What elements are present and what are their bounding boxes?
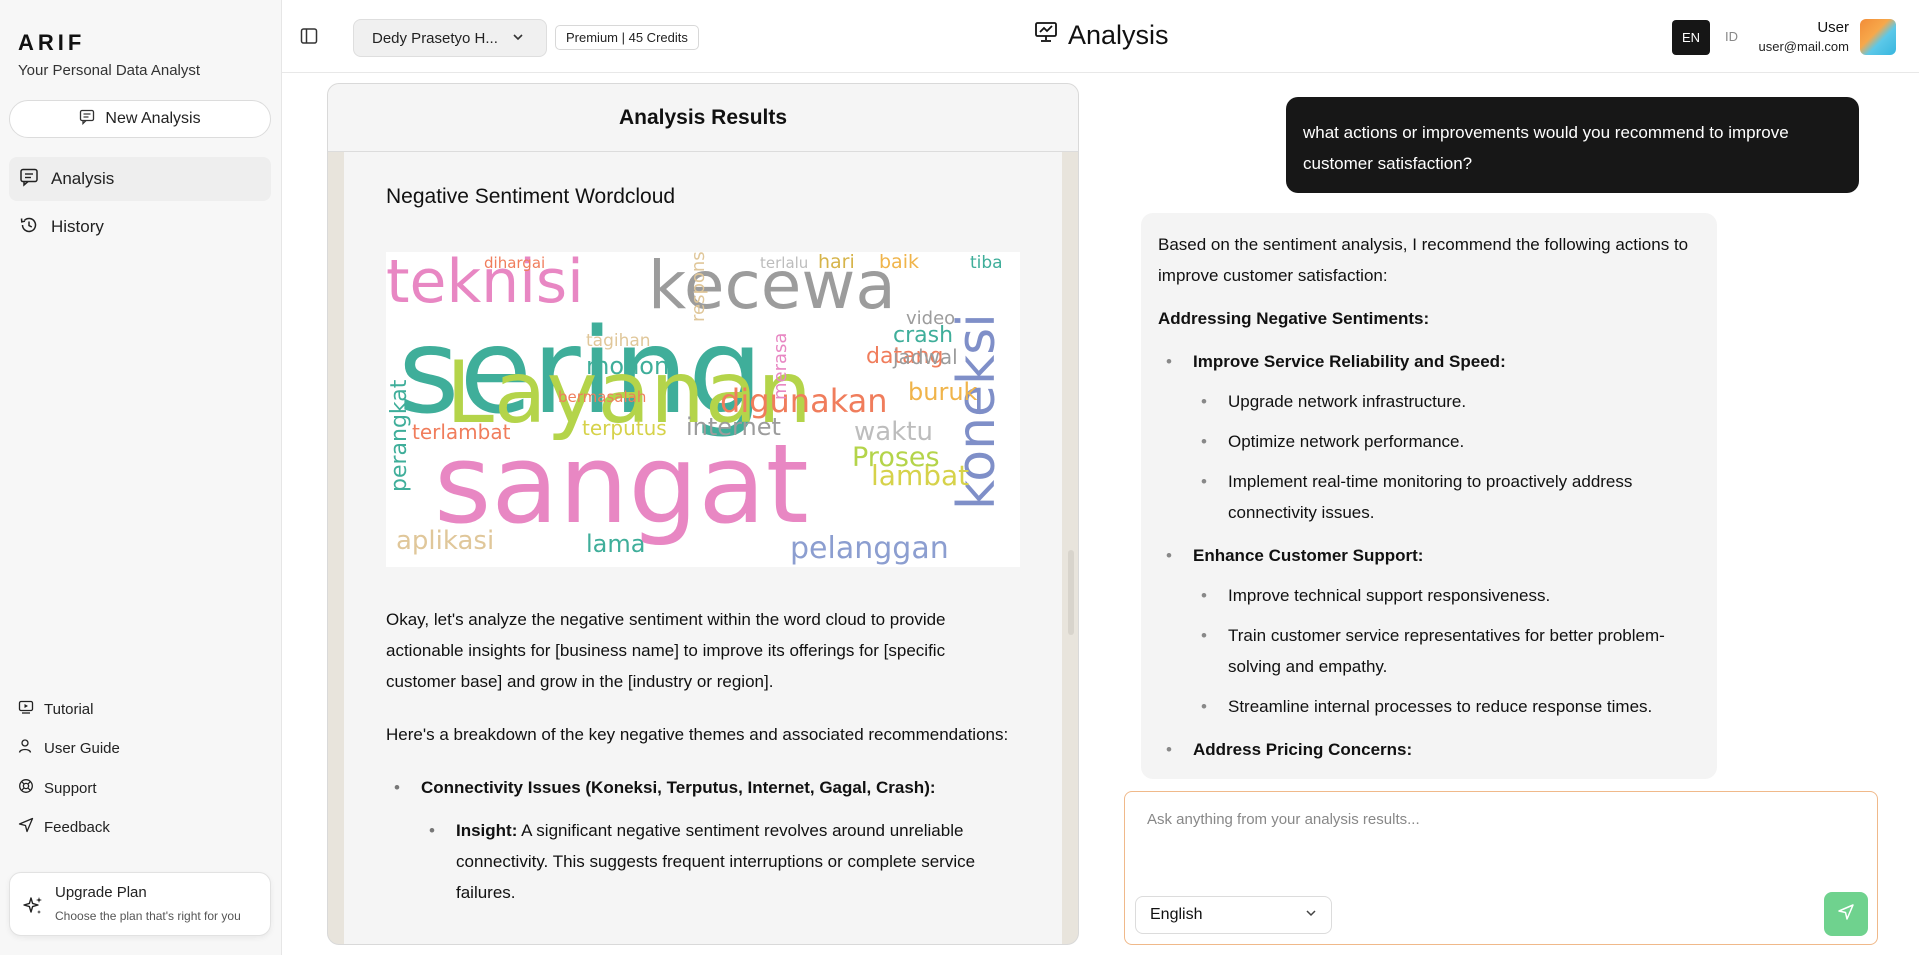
ai-list-item: Implement real-time monitoring to proact…	[1158, 466, 1700, 528]
wordcloud-word: perangkat	[387, 379, 412, 492]
page-title-text: Analysis	[1068, 20, 1169, 50]
ai-section-title: Address Pricing Concerns:	[1158, 734, 1700, 765]
send-button[interactable]	[1824, 892, 1868, 936]
analysis-breakdown: Here's a breakdown of the key negative t…	[386, 725, 1009, 744]
feedback-link[interactable]: Feedback	[18, 817, 110, 837]
ai-section-title: Improve Service Reliability and Speed:	[1158, 346, 1700, 377]
chat-input[interactable]	[1147, 811, 1847, 828]
chevron-down-icon	[1305, 906, 1317, 924]
user-email: user@mail.com	[1758, 39, 1850, 54]
wordcloud-image: sering sangat Layanan kecewa teknisi koneksi d…	[386, 252, 1020, 567]
ai-heading: Addressing Negative Sentiments:	[1158, 309, 1430, 328]
ai-list-item: Upgrade network infrastructure.	[1158, 386, 1700, 417]
sidebar-item-history[interactable]: History	[9, 205, 271, 249]
sidebar-item-label: History	[51, 217, 104, 236]
insight-label: Insight:	[456, 821, 518, 840]
wordcloud-word: terlalu	[760, 254, 808, 272]
wordcloud-word: pelanggan	[790, 531, 949, 566]
wordcloud-word: video	[906, 308, 955, 329]
response-language-value: English	[1150, 906, 1203, 923]
support-link[interactable]: Support	[18, 778, 97, 798]
tutorial-link[interactable]: Tutorial	[18, 699, 93, 719]
wordcloud-word: mohon	[586, 352, 669, 380]
tutorial-label: Tutorial	[44, 700, 94, 718]
sparkles-icon	[22, 895, 44, 922]
avatar[interactable]	[1860, 19, 1896, 55]
ai-list-item: Optimize network performance.	[1158, 426, 1700, 457]
wordcloud-word: hari	[818, 252, 855, 273]
feedback-label: Feedback	[44, 818, 110, 836]
ai-list-item: Train customer service representatives f…	[1158, 620, 1700, 682]
history-icon	[19, 215, 39, 240]
new-analysis-label: New Analysis	[105, 110, 201, 127]
sidebar: ARIF Your Personal Data Analyst New Anal…	[0, 0, 282, 955]
analysis-results-heading: Analysis Results	[328, 84, 1078, 152]
wordcloud-title: Negative Sentiment Wordcloud	[386, 185, 676, 208]
user-guide-label: User Guide	[44, 739, 120, 757]
insight-text: A significant negative sentiment revolve…	[456, 821, 976, 902]
ai-response: Based on the sentiment analysis, I recom…	[1141, 213, 1717, 779]
sidebar-toggle-icon[interactable]	[300, 27, 318, 50]
language-id-button[interactable]: ID	[1725, 29, 1738, 44]
wordcloud-word: dihargai	[484, 254, 545, 272]
send-icon	[1837, 903, 1855, 926]
support-label: Support	[44, 779, 97, 797]
wordcloud-word: baik	[879, 252, 919, 273]
app-logo: ARIF	[18, 30, 86, 55]
wordcloud-word: buruk	[908, 378, 978, 406]
results-scrollbar[interactable]	[1068, 550, 1074, 635]
analysis-text: Okay, let's analyze the negative sentime…	[386, 604, 1016, 908]
insight-item: Insight: A significant negative sentimen…	[386, 815, 1016, 908]
presentation-chart-icon	[1034, 20, 1058, 51]
wordcloud-word: aplikasi	[396, 526, 494, 556]
upgrade-title: Upgrade Plan	[55, 884, 147, 901]
response-language-select[interactable]: English	[1135, 896, 1332, 934]
new-analysis-button[interactable]: New Analysis	[9, 100, 271, 138]
wordcloud-word: tagihan	[586, 331, 651, 351]
video-icon	[18, 699, 34, 719]
chevron-down-icon	[512, 30, 524, 47]
chat-composer: English	[1124, 791, 1878, 945]
language-en-button[interactable]: EN	[1672, 20, 1710, 55]
wordcloud-word: terputus	[582, 416, 667, 440]
top-header: Dedy Prasetyo H... Premium | 45 Credits …	[282, 0, 1919, 73]
user-guide-link[interactable]: User Guide	[18, 738, 120, 758]
ai-list-item: Streamline internal processes to reduce …	[1158, 691, 1700, 722]
account-selector[interactable]: Dedy Prasetyo H...	[353, 19, 547, 57]
analysis-intro: Okay, let's analyze the negative sentime…	[386, 610, 946, 691]
sidebar-item-analysis[interactable]: Analysis	[9, 157, 271, 201]
ai-section-title: Enhance Customer Support:	[1158, 540, 1700, 571]
app-root: ARIF Your Personal Data Analyst New Anal…	[0, 0, 1919, 955]
chat-icon	[79, 109, 95, 130]
sidebar-item-label: Analysis	[51, 169, 115, 188]
wordcloud-word: tiba	[970, 253, 1003, 273]
ai-intro: Based on the sentiment analysis, I recom…	[1158, 235, 1689, 285]
page-title: Analysis	[1034, 20, 1169, 51]
user-name: User	[1817, 19, 1849, 36]
user-message: what actions or improvements would you r…	[1286, 97, 1859, 193]
message-square-icon	[19, 167, 39, 192]
wordcloud-word: terlambat	[412, 420, 511, 444]
wordcloud-word: lama	[586, 530, 645, 558]
wordcloud-word: internet	[686, 413, 781, 441]
wordcloud-word: jadwal	[892, 345, 958, 369]
wordcloud-word: respons	[688, 252, 709, 322]
app-tagline: Your Personal Data Analyst	[18, 62, 201, 79]
send-icon	[18, 817, 34, 837]
account-selector-label: Dedy Prasetyo H...	[372, 29, 498, 47]
wordcloud-word: bermasalah	[558, 388, 646, 406]
ai-list-item: Improve technical support responsiveness…	[1158, 580, 1700, 611]
credits-badge: Premium | 45 Credits	[555, 25, 699, 50]
wordcloud-word: merasa	[770, 333, 791, 400]
user-icon	[18, 738, 34, 758]
upgrade-plan-card[interactable]: Upgrade Plan Choose the plan that's righ…	[9, 872, 271, 936]
upgrade-subtitle: Choose the plan that's right for you	[55, 909, 241, 923]
wordcloud-svg: seringsangatLayanankecewateknisikoneksid…	[386, 252, 1007, 566]
lifebuoy-icon	[18, 778, 34, 798]
theme-item: Connectivity Issues (Koneksi, Terputus, …	[386, 772, 1016, 803]
wordcloud-word: waktu	[854, 417, 933, 447]
